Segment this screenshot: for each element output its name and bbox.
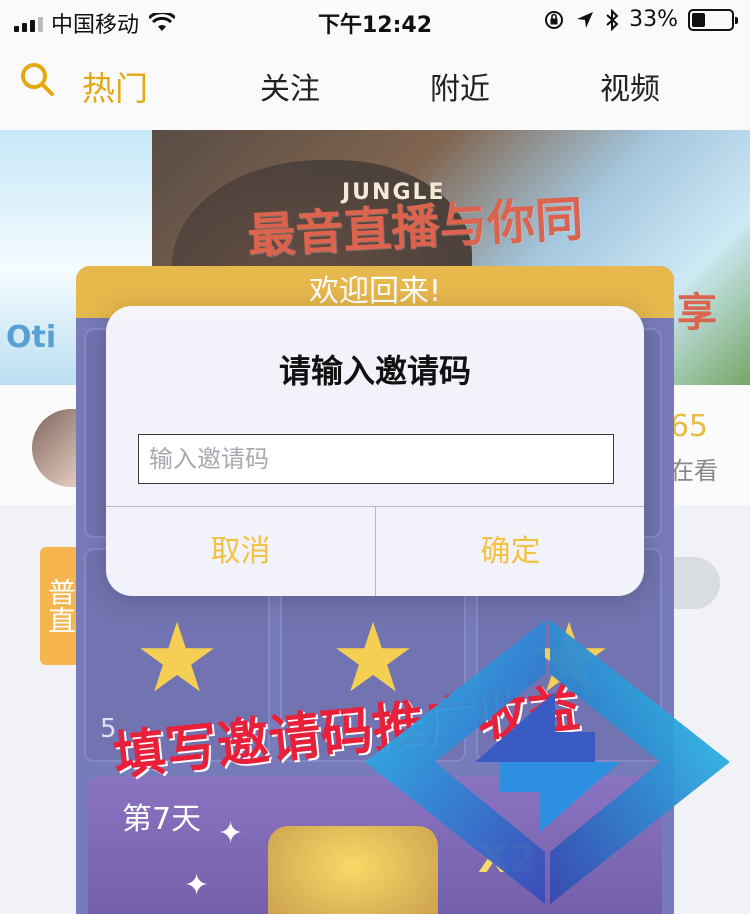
bluetooth-icon xyxy=(606,8,619,31)
confirm-button[interactable]: 确定 xyxy=(376,507,644,596)
battery-percent: 33% xyxy=(629,7,678,32)
tab-hot[interactable]: 热门 xyxy=(82,62,148,110)
status-bar: 中国移动 下午12:42 33% xyxy=(0,0,750,40)
invite-code-dialog: 请输入邀请码 取消 确定 xyxy=(106,306,644,596)
location-icon xyxy=(577,11,594,28)
orientation-lock-icon xyxy=(545,10,564,29)
invite-code-input[interactable] xyxy=(138,434,614,484)
dialog-title: 请输入邀请码 xyxy=(278,352,471,390)
cancel-button[interactable]: 取消 xyxy=(106,507,375,596)
tab-follow[interactable]: 关注 xyxy=(260,64,320,108)
battery-icon xyxy=(688,8,738,31)
search-icon[interactable] xyxy=(18,60,58,100)
tab-video[interactable]: 视频 xyxy=(600,64,660,108)
app-logo-watermark xyxy=(365,620,730,904)
tab-nearby[interactable]: 附近 xyxy=(430,64,490,108)
top-nav: 热门 关注 附近 视频 xyxy=(0,40,750,130)
